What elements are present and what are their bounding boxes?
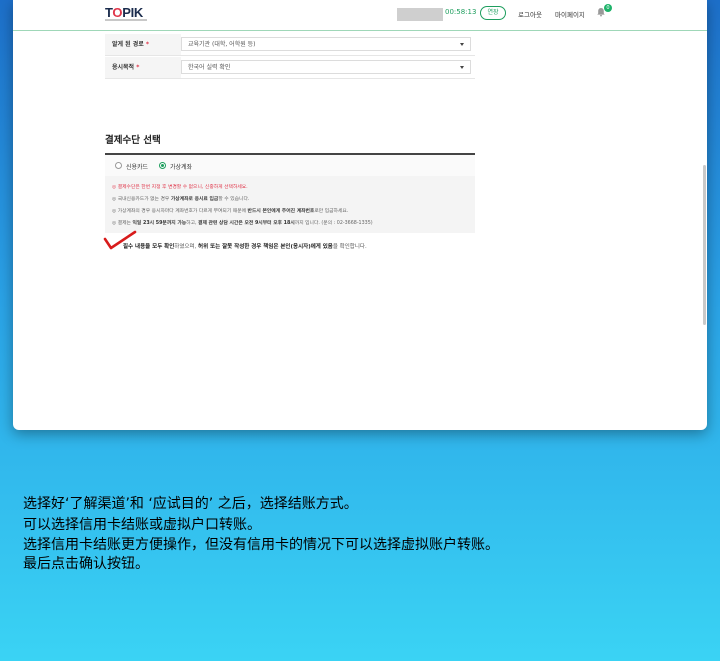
instruction-line-4: 最后点击确认按钮。 <box>23 556 149 572</box>
virtual-account-radio[interactable] <box>159 162 166 169</box>
extend-button[interactable]: 연장 <box>480 6 506 20</box>
credit-card-label[interactable]: 신용카드 <box>126 162 148 171</box>
payment-method-row: 신용카드 가상계좌 <box>105 153 475 178</box>
timer-redacted-box <box>397 8 443 21</box>
payment-notes: ◎ 결제수단은 한번 지정 후 변경할 수 없으니, 신중하게 선택하세요. ◎… <box>105 176 475 233</box>
note-no-card: ◎ 국내신용카드가 없는 경우 가상계좌로 응시료 입금할 수 있습니다. <box>112 197 250 202</box>
payment-section-title: 결제수단 선택 <box>105 135 161 146</box>
note-account-number: ◎ 가상계좌의 경우 응시자마다 계좌번호가 다르게 부여되기 때문에 반드시 … <box>112 209 349 214</box>
virtual-account-label[interactable]: 가상계좌 <box>170 162 192 171</box>
instruction-line-2: 可以选择信用卡结账或虚拟户口转账。 <box>23 517 261 533</box>
form-row-source: 알게 된 경로 * 교육기관 (대학, 어학원 등) <box>105 34 475 56</box>
topik-logo[interactable]: TOPIK <box>105 5 143 20</box>
notification-badge: 0 <box>604 4 612 12</box>
source-label: 알게 된 경로 * <box>105 34 181 55</box>
purpose-label: 응시목적 * <box>105 57 181 78</box>
logo-subtitle-bar <box>105 19 147 21</box>
chevron-down-icon <box>460 66 464 69</box>
note-deadline: ◎ 결제는 익일 23시 59분까지 가능하고, 결제 관련 상담 시간은 오전… <box>112 221 373 226</box>
chevron-down-icon <box>460 43 464 46</box>
instruction-line-1: 选择好‘了解渠道’和 ‘应试目的’ 之后，选择结账方式。 <box>23 496 358 512</box>
credit-card-radio[interactable] <box>115 162 122 169</box>
logout-link[interactable]: 로그아웃 <box>518 9 542 19</box>
source-select[interactable]: 교육기관 (대학, 어학원 등) <box>181 37 471 51</box>
session-timer: 00:58:13 <box>445 8 477 16</box>
browser-window: TOPIK 00:58:13 연장 로그아웃 마이페이지 0 알게 된 경로 *… <box>13 0 707 430</box>
instruction-line-3: 选择信用卡结账更方便操作，但没有信用卡的情况下可以选择虚拟账户转账。 <box>23 537 499 553</box>
form-row-purpose: 응시목적 * 한국어 실력 확인 <box>105 57 475 79</box>
top-bar: TOPIK 00:58:13 연장 로그아웃 마이페이지 0 <box>13 0 707 31</box>
note-warning: ◎ 결제수단은 한번 지정 후 변경할 수 없으니, 신중하게 선택하세요. <box>112 185 248 190</box>
confirm-agreement-text[interactable]: 필수 내용을 모두 확인하였으며, 허위 또는 잘못 작성한 경우 책임은 본인… <box>123 242 367 250</box>
purpose-select[interactable]: 한국어 실력 확인 <box>181 60 471 74</box>
scrollbar[interactable] <box>703 165 706 325</box>
mypage-link[interactable]: 마이페이지 <box>555 9 585 19</box>
